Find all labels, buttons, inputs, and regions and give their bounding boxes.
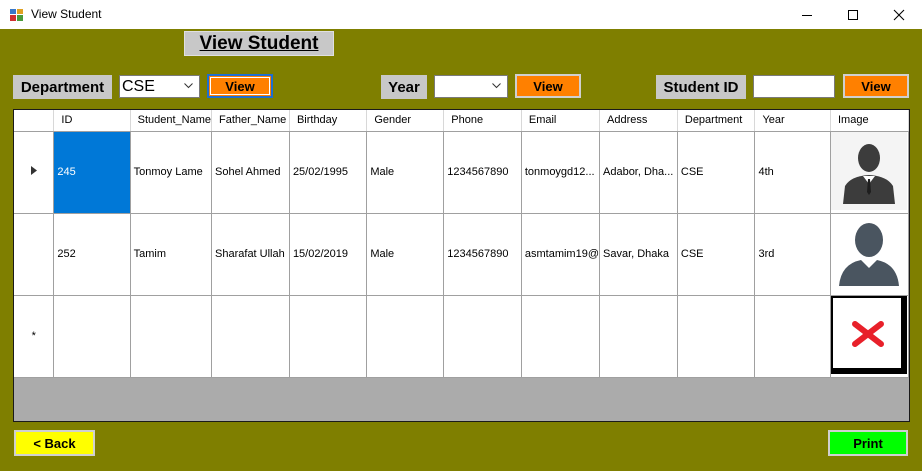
cell-student-name[interactable]: Tamim: [130, 213, 213, 296]
column-header-phone[interactable]: Phone: [443, 110, 522, 132]
column-header-image[interactable]: Image: [830, 110, 909, 132]
row-header-corner: [14, 110, 55, 132]
table-row[interactable]: 252 Tamim Sharafat Ullah 15/02/2019 Male…: [14, 213, 909, 296]
cell-image[interactable]: [830, 131, 909, 214]
column-header-birthday[interactable]: Birthday: [289, 110, 368, 132]
cell-birthday[interactable]: [289, 295, 368, 378]
cell-id[interactable]: [53, 295, 131, 378]
cell-student-name[interactable]: Tonmoy Lame: [130, 131, 213, 214]
table-row[interactable]: 245 Tonmoy Lame Sohel Ahmed 25/02/1995 M…: [14, 131, 909, 214]
cell-father-name[interactable]: Sharafat Ullah: [211, 213, 290, 296]
cell-address[interactable]: [599, 295, 678, 378]
cell-phone[interactable]: 1234567890: [443, 213, 522, 296]
column-header-address[interactable]: Address: [599, 110, 678, 132]
cell-gender[interactable]: [366, 295, 445, 378]
back-button[interactable]: < Back: [14, 430, 95, 456]
cell-department[interactable]: [677, 295, 756, 378]
cell-father-name[interactable]: Sohel Ahmed: [211, 131, 290, 214]
cell-department[interactable]: CSE: [677, 213, 756, 296]
row-header[interactable]: [14, 213, 55, 296]
maximize-icon: [848, 9, 858, 20]
cell-year[interactable]: 4th: [754, 131, 831, 214]
cell-father-name[interactable]: [211, 295, 290, 378]
student-id-label: Student ID: [656, 75, 746, 99]
cell-department[interactable]: CSE: [677, 131, 756, 214]
column-header-year[interactable]: Year: [754, 110, 831, 132]
page-title: View Student: [184, 31, 334, 56]
student-id-view-button[interactable]: View: [843, 74, 909, 98]
students-datagrid[interactable]: ID Student_Name Father_Name Birthday Gen…: [13, 109, 910, 422]
cell-gender[interactable]: Male: [366, 131, 445, 214]
cell-address[interactable]: Savar, Dhaka: [599, 213, 678, 296]
maximize-button[interactable]: [830, 0, 876, 29]
cell-image[interactable]: [830, 213, 909, 296]
students-table: ID Student_Name Father_Name Birthday Gen…: [14, 110, 909, 378]
new-row-marker: *: [31, 330, 36, 342]
year-combobox[interactable]: [434, 75, 508, 98]
person-avatar-icon: [831, 213, 908, 292]
current-row-arrow-icon: [30, 166, 37, 175]
department-combobox[interactable]: CSE: [119, 75, 200, 98]
print-button[interactable]: Print: [828, 430, 908, 456]
cell-id[interactable]: 245: [53, 131, 131, 214]
cell-birthday[interactable]: 15/02/2019: [289, 213, 368, 296]
cell-year[interactable]: [754, 295, 831, 378]
cell-id[interactable]: 252: [53, 213, 131, 296]
close-icon: [893, 9, 905, 20]
businessman-avatar-icon: [831, 131, 908, 210]
department-view-button[interactable]: View: [207, 74, 273, 98]
cell-year[interactable]: 3rd: [754, 213, 831, 296]
cell-email[interactable]: [521, 295, 601, 378]
chevron-down-icon: [492, 83, 501, 89]
year-view-button[interactable]: View: [515, 74, 581, 98]
column-header-id[interactable]: ID: [53, 110, 131, 132]
cell-email[interactable]: asmtamim19@: [521, 213, 601, 296]
cell-address[interactable]: Adabor, Dha...: [599, 131, 678, 214]
minimize-button[interactable]: [784, 0, 830, 29]
column-header-student-name[interactable]: Student_Name: [130, 110, 213, 132]
year-label: Year: [381, 75, 427, 99]
winforms-app-icon: [10, 9, 23, 21]
window-title: View Student: [31, 7, 102, 21]
student-id-input[interactable]: [753, 75, 835, 98]
header-row: ID Student_Name Father_Name Birthday Gen…: [14, 110, 909, 132]
missing-image-icon: [831, 295, 908, 374]
column-header-gender[interactable]: Gender: [366, 110, 445, 132]
department-selected-value: CSE: [122, 77, 155, 95]
minimize-icon: [802, 14, 812, 16]
row-header[interactable]: *: [14, 295, 55, 378]
column-header-department[interactable]: Department: [677, 110, 756, 132]
column-header-father-name[interactable]: Father_Name: [211, 110, 290, 132]
chevron-down-icon: [184, 83, 193, 89]
cell-birthday[interactable]: 25/02/1995: [289, 131, 368, 214]
close-button[interactable]: [876, 0, 922, 29]
cell-phone[interactable]: 1234567890: [443, 131, 522, 214]
cell-phone[interactable]: [443, 295, 522, 378]
cell-image[interactable]: [830, 295, 909, 378]
cell-student-name[interactable]: [130, 295, 213, 378]
new-row[interactable]: *: [14, 295, 909, 378]
column-header-email[interactable]: Email: [521, 110, 601, 132]
cell-email[interactable]: tonmoygd12...: [521, 131, 601, 214]
cell-gender[interactable]: Male: [366, 213, 445, 296]
row-header[interactable]: [14, 131, 55, 214]
view-student-window: View Student View Student Department CSE…: [0, 0, 922, 471]
title-bar: View Student: [0, 0, 922, 29]
department-label: Department: [13, 75, 112, 99]
form-client-area: View Student Department CSE View Year Vi…: [0, 29, 922, 471]
